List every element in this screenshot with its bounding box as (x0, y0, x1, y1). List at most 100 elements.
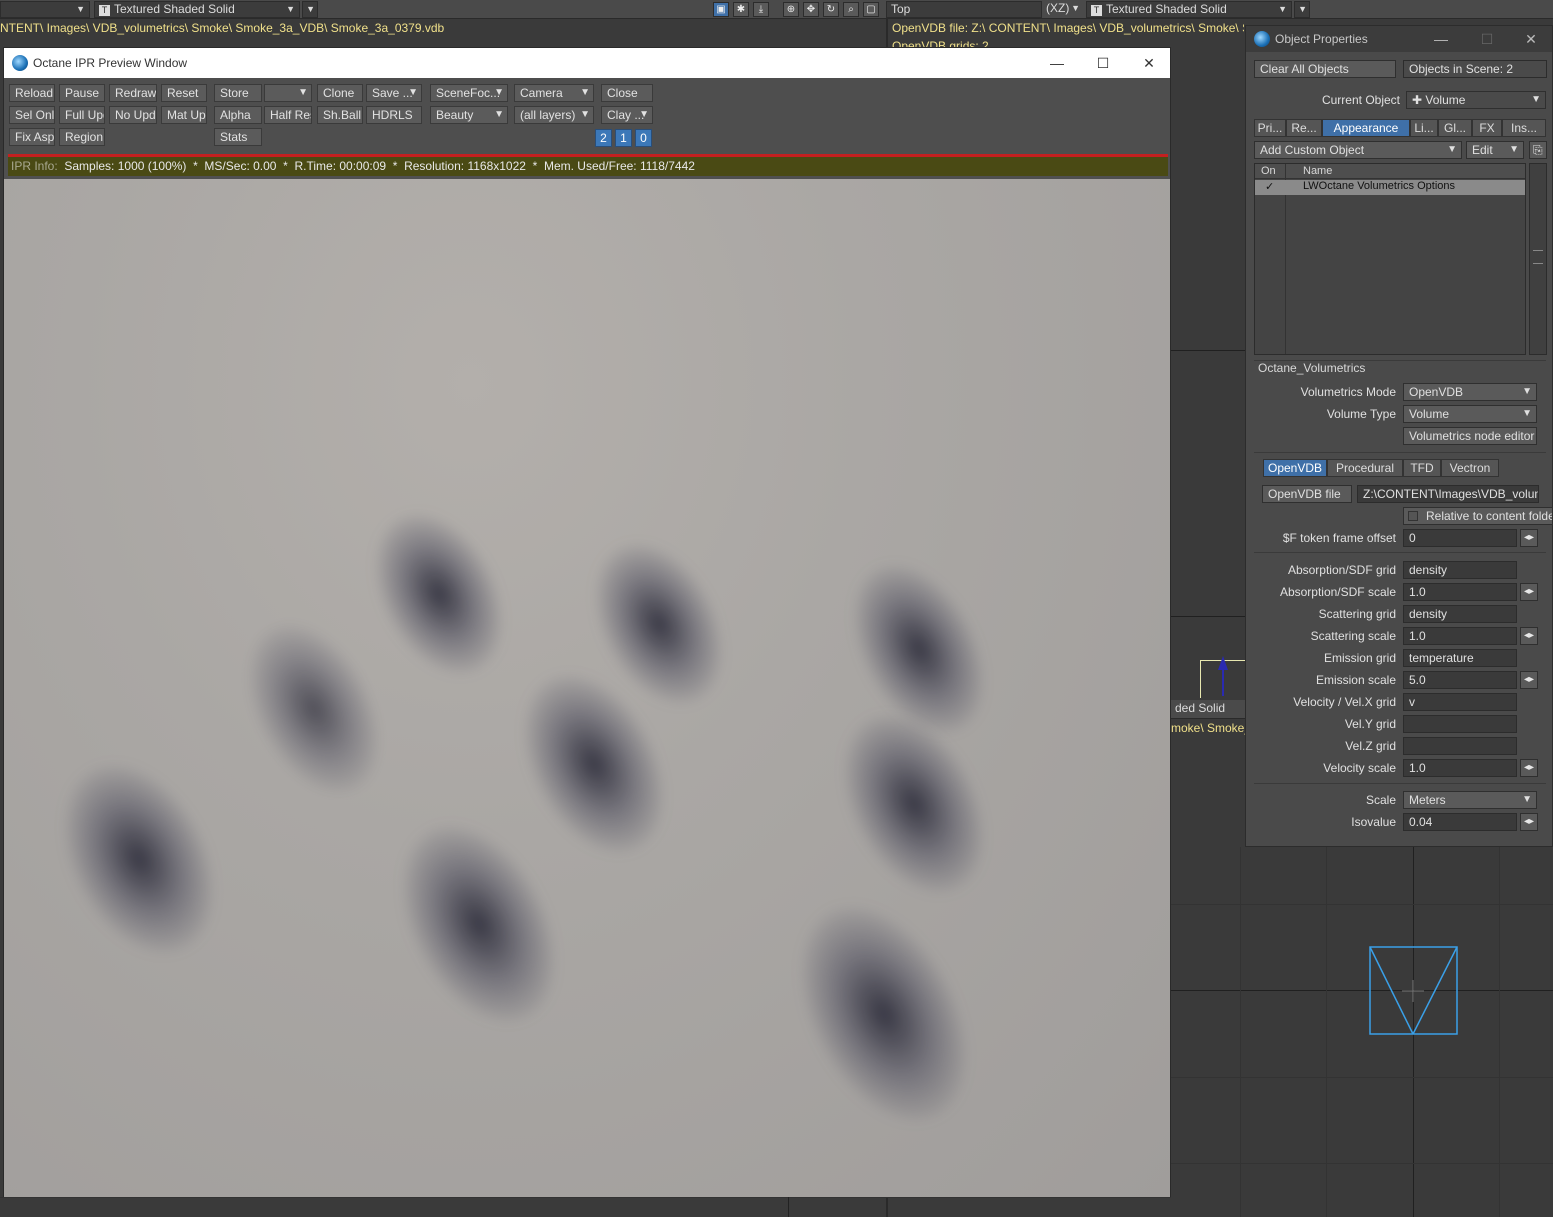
list-scrollbar[interactable] (1529, 163, 1547, 355)
left-viewport-view-dropdown[interactable]: ▼ (0, 1, 90, 18)
subtab-tfd[interactable]: TFD (1403, 459, 1441, 477)
ipr-titlebar[interactable]: Octane IPR Preview Window — ☐ ✕ (4, 48, 1170, 78)
tab-render[interactable]: Re... (1286, 119, 1322, 137)
priority-2-button[interactable]: 2 (595, 129, 612, 147)
priority-1-button[interactable]: 1 (615, 129, 632, 147)
clipboard-icon[interactable]: ⎘ (1529, 141, 1547, 159)
camera-gizmo[interactable] (1369, 946, 1459, 1036)
clear-all-objects-button[interactable]: Clear All Objects (1254, 60, 1396, 78)
scale-dropdown[interactable]: Meters ▼ (1403, 791, 1537, 809)
right-viewport-axis-dropdown[interactable]: (XZ) ▼ (1042, 1, 1084, 18)
store-slot-dropdown[interactable]: ▼ (264, 84, 312, 102)
close-icon[interactable]: ✕ (1508, 26, 1553, 52)
shader-ball-button[interactable]: Sh.Ball (317, 106, 363, 124)
tab-fx[interactable]: FX (1472, 119, 1502, 137)
scene-focus-dropdown[interactable]: SceneFoc... ▼ (430, 84, 508, 102)
scattering-scale-field[interactable]: 1.0 (1403, 627, 1517, 645)
openvdb-file-button[interactable]: OpenVDB file (1262, 485, 1352, 503)
full-update-button[interactable]: Full Upd. (59, 106, 105, 124)
fix-aspect-button[interactable]: Fix Asp. (9, 128, 55, 146)
right-viewport-extra-dropdown[interactable]: ▼ (1294, 1, 1310, 18)
velocity-scale-field[interactable]: 1.0 (1403, 759, 1517, 777)
clay-mode-dropdown[interactable]: Clay ... ▼ (601, 106, 653, 124)
subtab-vectron[interactable]: Vectron (1441, 459, 1499, 477)
absorption-sdf-scale-stepper-icon[interactable]: ◂▸ (1520, 583, 1538, 601)
emission-grid-field[interactable]: temperature (1403, 649, 1517, 667)
move-icon[interactable]: ✥ (803, 2, 819, 17)
download-icon[interactable]: ⤓ (753, 2, 769, 17)
region-button[interactable]: Region (59, 128, 105, 146)
absorption-sdf-scale-field[interactable]: 1.0 (1403, 583, 1517, 601)
rotate-icon[interactable]: ⊕ (783, 2, 799, 17)
list-item[interactable]: ✓ LWOctane Volumetrics Options (1255, 180, 1525, 195)
alpha-button[interactable]: Alpha (214, 106, 262, 124)
tab-appearance[interactable]: Appearance (1322, 119, 1410, 137)
right-viewport-render-mode[interactable]: T Textured Shaded Solid ▼ (1086, 1, 1292, 18)
openvdb-file-path-field[interactable]: Z:\CONTENT\Images\VDB_volume (1357, 485, 1539, 503)
save-dropdown[interactable]: Save ... ▼ (366, 84, 422, 102)
object-properties-titlebar[interactable]: Object Properties — ☐ ✕ (1246, 26, 1552, 52)
lock-icon[interactable]: ▣ (713, 2, 729, 17)
refresh-icon[interactable]: ↻ (823, 2, 839, 17)
sel-only-button[interactable]: Sel Only (9, 106, 55, 124)
half-res-button[interactable]: Half Res (264, 106, 312, 124)
tab-instances[interactable]: Ins... (1502, 119, 1546, 137)
scattering-scale-stepper-icon[interactable]: ◂▸ (1520, 627, 1538, 645)
velocity-vel-x-grid-field[interactable]: v (1403, 693, 1517, 711)
subtab-procedural[interactable]: Procedural (1327, 459, 1403, 477)
velocity-scale-stepper-icon[interactable]: ◂▸ (1520, 759, 1538, 777)
maximize-viewport-icon[interactable]: ▢ (863, 2, 879, 17)
right-viewport-view-dropdown[interactable]: Top (886, 1, 1042, 18)
edit-dropdown[interactable]: Edit ▼ (1466, 141, 1524, 159)
f-token-frame-offset-field[interactable]: 0 (1403, 529, 1517, 547)
left-viewport-render-mode[interactable]: T Textured Shaded Solid ▼ (94, 1, 300, 18)
custom-object-list[interactable]: On Name ✓ LWOctane Volumetrics Options (1254, 163, 1526, 355)
redraw-button[interactable]: Redraw (109, 84, 157, 102)
store-button[interactable]: Store (214, 84, 262, 102)
volumetrics-node-editor-button[interactable]: Volumetrics node editor (1403, 427, 1537, 445)
render-viewport[interactable] (4, 179, 1170, 1197)
minimize-icon[interactable]: — (1034, 48, 1080, 78)
scrollbar-grip-icon[interactable] (1533, 250, 1543, 264)
hdrls-button[interactable]: HDRLS (366, 106, 422, 124)
priority-0-button[interactable]: 0 (635, 129, 652, 147)
left-viewport-extra-dropdown[interactable]: ▼ (302, 1, 318, 18)
mat-update-button[interactable]: Mat Upd (161, 106, 207, 124)
reload-button[interactable]: Reload (9, 84, 55, 102)
emission-scale-field[interactable]: 5.0 (1403, 671, 1517, 689)
add-custom-object-dropdown[interactable]: Add Custom Object ▼ (1254, 141, 1462, 159)
maximize-icon[interactable]: ☐ (1080, 48, 1126, 78)
layers-dropdown[interactable]: (all layers) ▼ (514, 106, 594, 124)
emission-scale-stepper-icon[interactable]: ◂▸ (1520, 671, 1538, 689)
close-icon[interactable]: ✕ (1126, 48, 1172, 78)
no-update-button[interactable]: No Upd. (109, 106, 157, 124)
isovalue-field[interactable]: 0.04 (1403, 813, 1517, 831)
clone-button[interactable]: Clone (317, 84, 363, 102)
maximize-icon[interactable]: ☐ (1464, 26, 1510, 52)
volume-type-dropdown[interactable]: Volume ▼ (1403, 405, 1537, 423)
render-pass-dropdown[interactable]: Beauty ▼ (430, 106, 508, 124)
vel-z-grid-field[interactable] (1403, 737, 1517, 755)
tab-global[interactable]: Gl... (1438, 119, 1472, 137)
tab-lights[interactable]: Li... (1410, 119, 1438, 137)
volumetrics-mode-dropdown[interactable]: OpenVDB ▼ (1403, 383, 1537, 401)
tab-primitive[interactable]: Pri... (1254, 119, 1286, 137)
minimize-icon[interactable]: — (1418, 26, 1464, 52)
isovalue-stepper-icon[interactable]: ◂▸ (1520, 813, 1538, 831)
current-object-dropdown[interactable]: ✚ Volume ▼ (1406, 91, 1546, 109)
stats-button[interactable]: Stats (214, 128, 262, 146)
close-button[interactable]: Close (601, 84, 653, 102)
lower-viewport-render-mode[interactable]: ded Solid (1171, 701, 1245, 718)
subtab-openvdb[interactable]: OpenVDB (1263, 459, 1327, 477)
reset-button[interactable]: Reset (161, 84, 207, 102)
gear-icon[interactable]: ✱ (733, 2, 749, 17)
vel-y-grid-field[interactable] (1403, 715, 1517, 733)
zoom-icon[interactable]: ⌕ (843, 2, 859, 17)
scattering-grid-field[interactable]: density (1403, 605, 1517, 623)
relative-to-content-folder-checkbox[interactable]: Relative to content folder (1403, 507, 1553, 525)
camera-dropdown[interactable]: Camera ▼ (514, 84, 594, 102)
f-token-frame-offset-stepper-icon[interactable]: ◂▸ (1520, 529, 1538, 547)
checkmark-icon[interactable]: ✓ (1265, 180, 1274, 193)
absorption-sdf-grid-field[interactable]: density (1403, 561, 1517, 579)
pause-button[interactable]: Pause (59, 84, 105, 102)
